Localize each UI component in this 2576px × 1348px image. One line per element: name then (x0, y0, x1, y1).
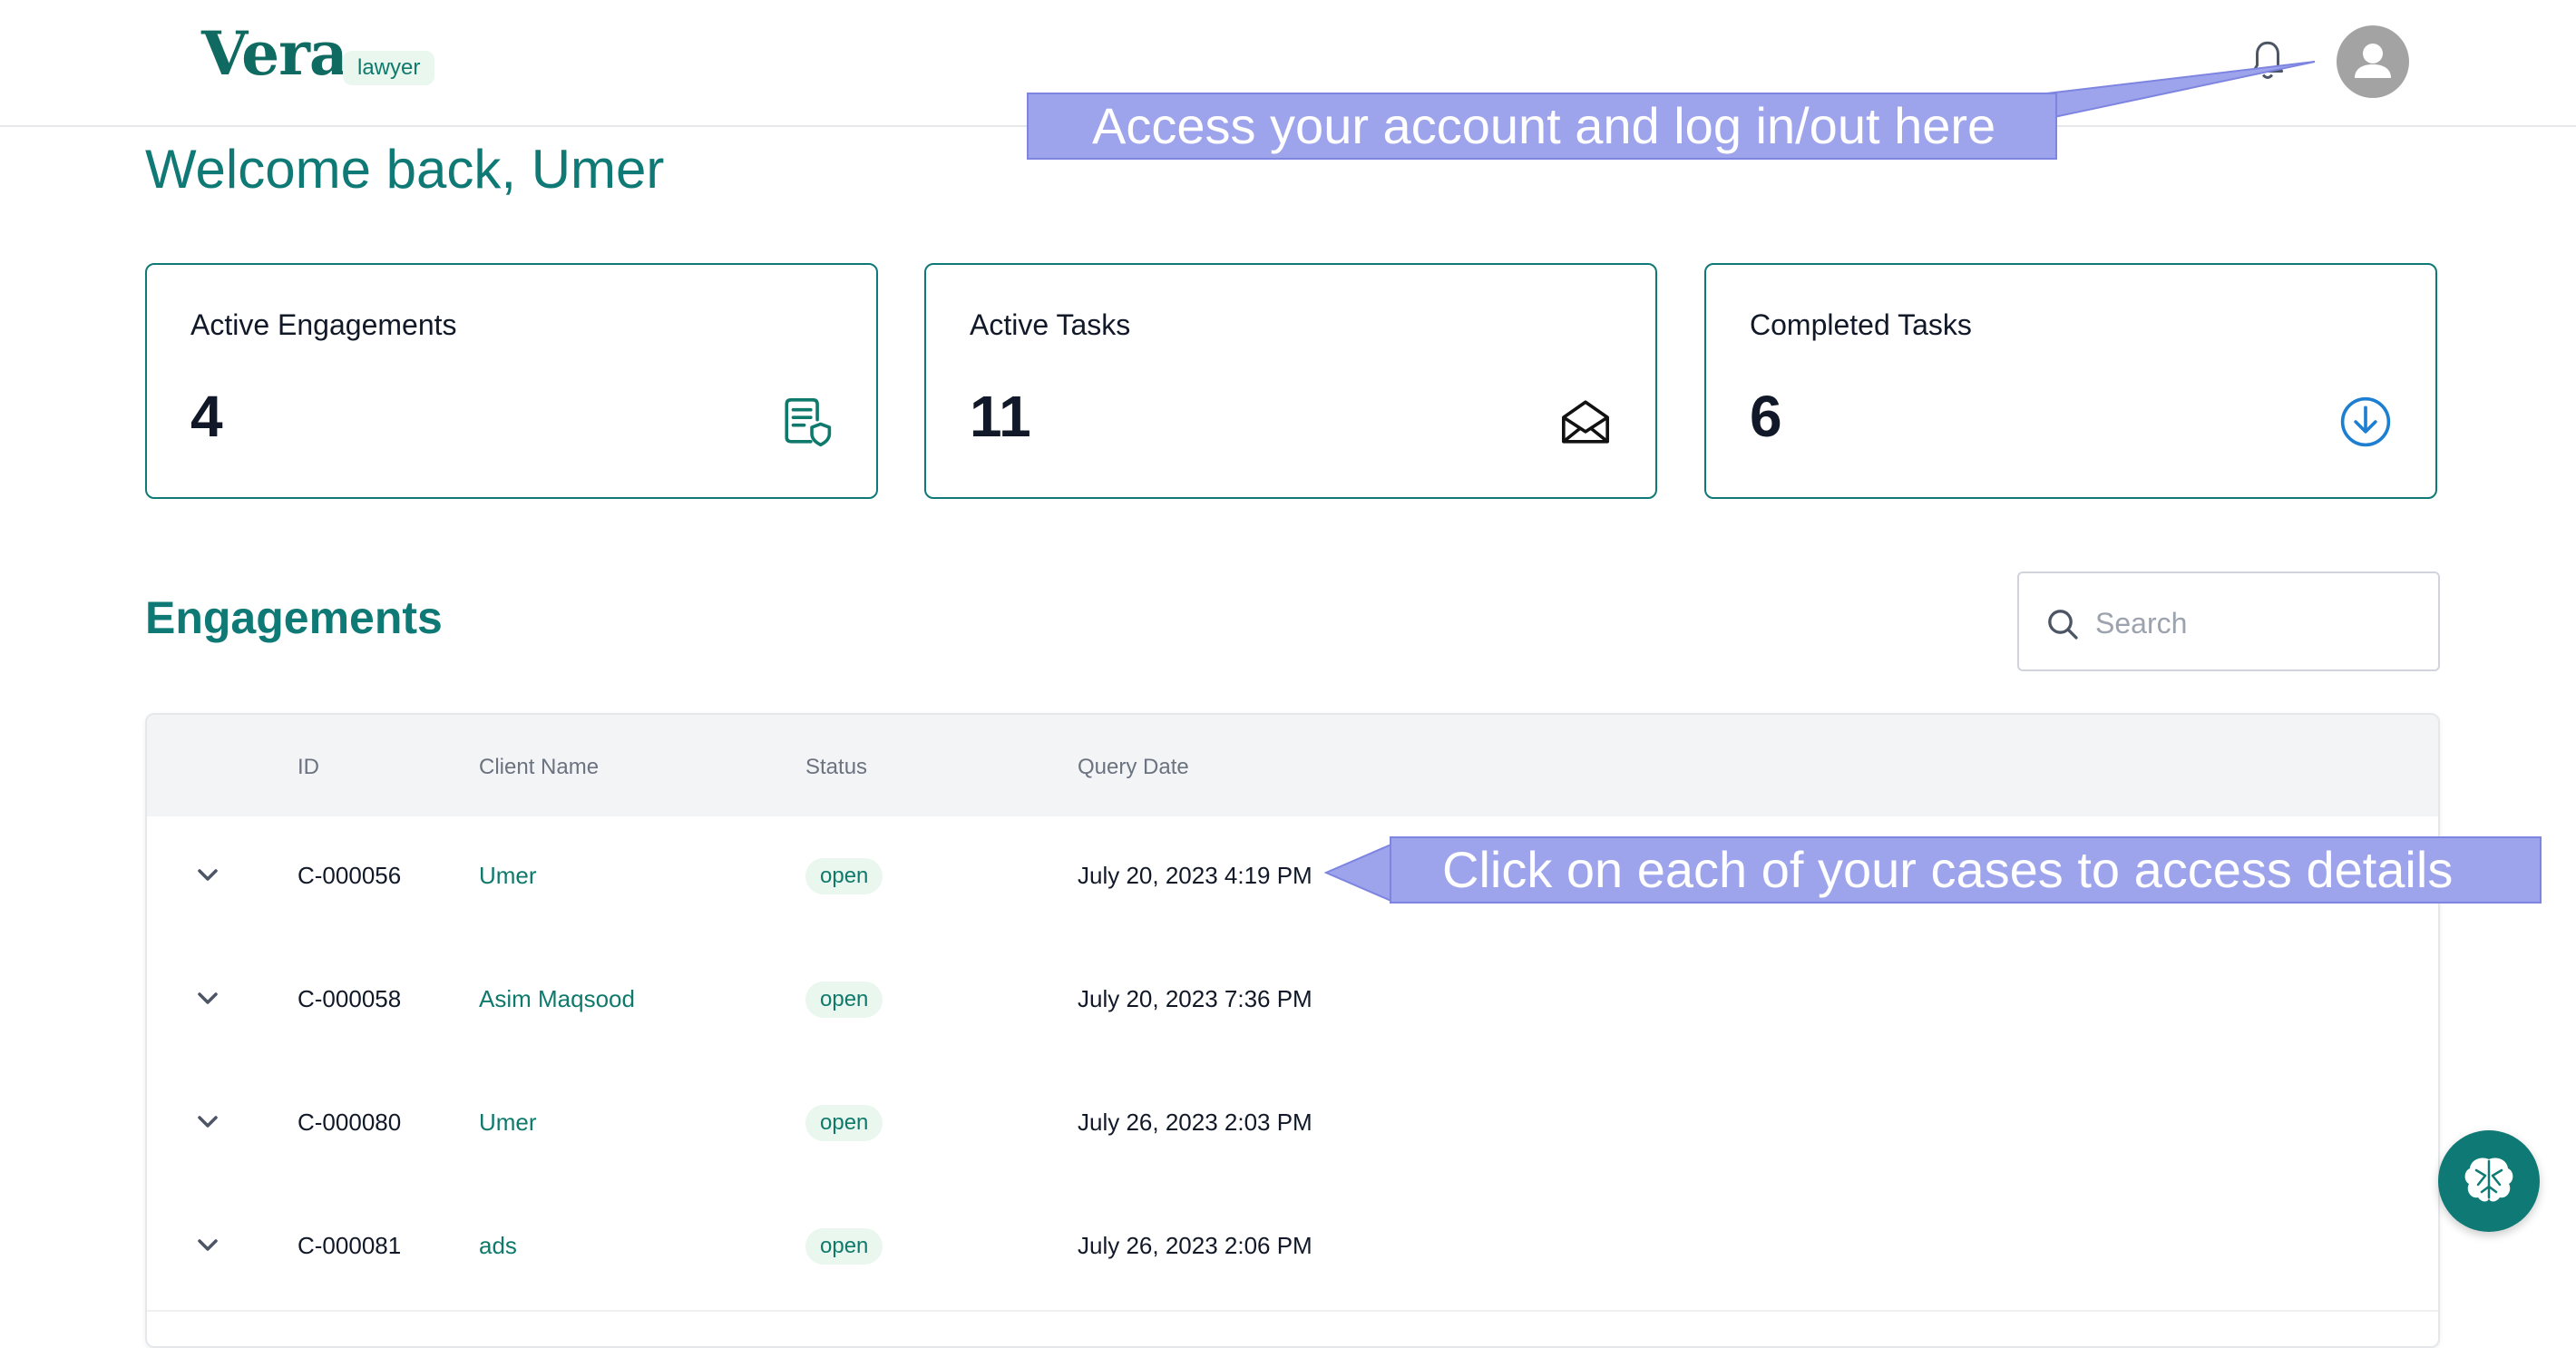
search-box[interactable] (2017, 571, 2440, 671)
stat-card-title: Completed Tasks (1750, 308, 1972, 341)
row-id: C-000058 (298, 985, 402, 1012)
chevron-down-icon[interactable] (194, 1112, 221, 1132)
stat-card-value: 4 (190, 384, 223, 449)
stat-card-completed-tasks[interactable]: Completed Tasks 6 (1704, 263, 2437, 499)
row-id: C-000056 (298, 862, 402, 889)
row-query-date: July 26, 2023 2:06 PM (1078, 1232, 1312, 1259)
open-envelope-icon (1562, 400, 1609, 444)
column-header-client-name[interactable]: Client Name (479, 755, 599, 780)
annotation-account: Access your account and log in/out here (1027, 93, 2057, 160)
stat-card-active-engagements[interactable]: Active Engagements 4 (145, 263, 878, 499)
row-query-date: July 20, 2023 4:19 PM (1078, 862, 1312, 889)
row-query-date: July 20, 2023 7:36 PM (1078, 985, 1312, 1012)
table-row[interactable]: C-000081 ads open July 26, 2023 2:06 PM (147, 1187, 2438, 1312)
search-input[interactable] (2093, 595, 2415, 651)
download-circle-icon (2340, 396, 2391, 447)
brain-icon (2464, 1158, 2513, 1202)
chevron-down-icon[interactable] (194, 989, 221, 1009)
welcome-heading: Welcome back, Umer (145, 139, 665, 200)
table-row[interactable]: C-000080 Umer open July 26, 2023 2:03 PM (147, 1063, 2438, 1188)
stat-card-value: 6 (1750, 384, 1782, 449)
engagements-heading: Engagements (145, 592, 443, 643)
assistant-chat-button[interactable] (2438, 1130, 2540, 1232)
table-header: ID Client Name Status Query Date (147, 715, 2438, 816)
row-id: C-000081 (298, 1232, 402, 1259)
column-header-id[interactable]: ID (298, 755, 319, 780)
row-client-name[interactable]: Umer (479, 862, 537, 890)
status-badge: open (805, 982, 883, 1018)
vera-logo[interactable]: Vera (201, 18, 348, 89)
row-query-date: July 26, 2023 2:03 PM (1078, 1109, 1312, 1136)
stat-card-title: Active Tasks (970, 308, 1131, 341)
document-shield-icon (785, 398, 832, 447)
stat-card-active-tasks[interactable]: Active Tasks 11 (924, 263, 1657, 499)
user-avatar-icon (2355, 44, 2391, 78)
row-client-name[interactable]: Umer (479, 1109, 537, 1137)
table-row[interactable]: C-000058 Asim Maqsood open July 20, 2023… (147, 940, 2438, 1065)
status-badge: open (805, 1228, 883, 1265)
annotation-cases: Click on each of your cases to access de… (1390, 836, 2542, 904)
status-badge: open (805, 1105, 883, 1141)
role-badge: lawyer (343, 51, 435, 85)
row-id: C-000080 (298, 1109, 402, 1136)
column-header-query-date[interactable]: Query Date (1078, 755, 1189, 780)
search-icon (2048, 610, 2078, 640)
stat-card-title: Active Engagements (190, 308, 457, 341)
row-client-name[interactable]: Asim Maqsood (479, 985, 635, 1013)
stat-card-value: 11 (970, 384, 1031, 449)
bell-icon[interactable] (2249, 40, 2286, 82)
chevron-down-icon[interactable] (194, 1236, 221, 1255)
status-badge: open (805, 858, 883, 894)
chevron-down-icon[interactable] (194, 865, 221, 885)
engagements-table: ID Client Name Status Query Date C-00005… (145, 713, 2440, 1348)
row-client-name[interactable]: ads (479, 1232, 517, 1260)
column-header-status[interactable]: Status (805, 755, 867, 780)
user-avatar-button[interactable] (2337, 25, 2409, 98)
